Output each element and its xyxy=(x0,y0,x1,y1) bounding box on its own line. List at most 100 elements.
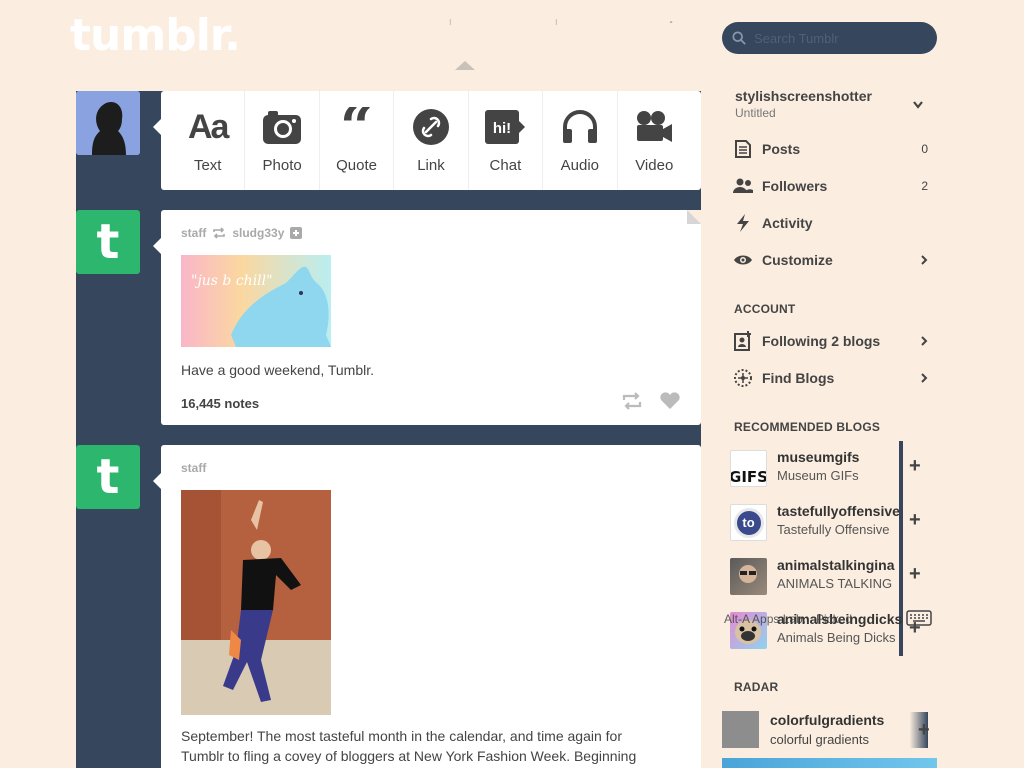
nav-indicator: ⁃ xyxy=(669,18,673,27)
sidebar-item-customize[interactable]: Customize xyxy=(733,246,928,274)
post-fold-icon[interactable] xyxy=(687,210,701,224)
post-type-link[interactable]: Link xyxy=(394,91,469,190)
post-header: staff xyxy=(161,445,701,475)
camera-icon xyxy=(262,107,302,147)
sidebar-item-label: Find Blogs xyxy=(762,370,835,386)
sidebar-item-label: Posts xyxy=(762,141,801,157)
search-input[interactable] xyxy=(754,30,924,46)
nav-indicator: ⁝ xyxy=(449,18,452,27)
overlay-shortcut-text: Alt-A Apps Lab... Picked xyxy=(724,612,853,626)
reblog-small-icon xyxy=(213,227,226,239)
staff-avatar[interactable]: t xyxy=(76,210,140,274)
radar-section-heading: RADAR xyxy=(734,680,779,694)
radar-blog-name: colorfulgradients xyxy=(770,712,885,728)
post-notes-count[interactable]: 16,445 notes xyxy=(181,396,259,411)
post-photo[interactable]: "jus b chill" xyxy=(181,255,331,347)
quote-icon: “ xyxy=(339,107,374,147)
dancer-photo xyxy=(181,490,331,715)
tumblr-t-icon: t xyxy=(96,214,120,270)
blog-avatar: GIFS xyxy=(730,450,767,487)
post-type-label: Quote xyxy=(336,157,377,174)
sidebar-item-posts[interactable]: Posts 0 xyxy=(733,135,928,163)
blog-title: Tastefully Offensive xyxy=(777,522,890,537)
post-type-chat[interactable]: hi! Chat xyxy=(469,91,544,190)
post-type-label: Link xyxy=(417,157,445,174)
dolphin-illustration xyxy=(231,266,331,347)
blog-title: Museum GIFs xyxy=(777,468,859,483)
radar-blog[interactable]: colorfulgradients colorful gradients + xyxy=(722,708,937,753)
reblog-icon[interactable] xyxy=(621,392,643,410)
follow-plus-icon[interactable] xyxy=(290,227,303,239)
chevron-down-icon[interactable] xyxy=(912,100,924,110)
compass-icon xyxy=(733,368,753,388)
recommended-blog[interactable]: to tastefullyoffensive Tastefully Offens… xyxy=(728,496,903,546)
tumblr-logo[interactable]: tumblr. xyxy=(70,10,241,61)
follow-plus-icon[interactable]: + xyxy=(909,455,921,478)
eye-icon xyxy=(733,254,753,266)
post-type-label: Chat xyxy=(489,157,522,174)
post-author[interactable]: staff xyxy=(181,226,206,240)
recommended-blog[interactable]: GIFS museumgifs Museum GIFs xyxy=(728,442,903,492)
post-type-label: Video xyxy=(635,157,674,174)
headphones-icon xyxy=(560,107,600,147)
avatar-silhouette-icon xyxy=(76,91,140,155)
post-reblog-source[interactable]: sludg33y xyxy=(232,226,284,240)
recommended-blog[interactable]: animalstalkingina ANIMALS TALKING xyxy=(728,550,903,600)
chevron-right-icon xyxy=(921,336,928,346)
post-author[interactable]: staff xyxy=(181,461,206,475)
blog-title: ANIMALS TALKING xyxy=(777,576,893,591)
blog-name: animalstalkingina xyxy=(777,557,895,573)
chevron-right-icon xyxy=(921,255,928,265)
sidebar-item-followers[interactable]: Followers 2 xyxy=(733,172,928,200)
text-icon: Aa xyxy=(187,107,229,146)
post-type-quote[interactable]: “ Quote xyxy=(320,91,395,190)
chevron-right-icon xyxy=(921,373,928,383)
follow-plus-icon[interactable]: + xyxy=(909,509,921,532)
blog-avatar: to xyxy=(730,504,767,541)
post-body-text: Have a good weekend, Tumblr. xyxy=(181,362,375,378)
post-photo[interactable] xyxy=(181,490,331,715)
sidebar-item-label: Customize xyxy=(762,252,833,268)
post-type-video[interactable]: Video xyxy=(618,91,691,190)
post-type-bar: Aa Text Photo “ Quote Link hi! Chat Audi… xyxy=(153,91,701,190)
post-type-photo[interactable]: Photo xyxy=(245,91,320,190)
blog-avatar-text: to xyxy=(742,515,755,530)
chat-icon: hi! xyxy=(484,107,526,147)
post-type-label: Photo xyxy=(262,157,302,174)
caret-up-icon xyxy=(455,61,475,70)
keyboard-icon[interactable] xyxy=(906,610,932,626)
search-bar[interactable] xyxy=(722,22,937,54)
blog-avatar xyxy=(730,558,767,595)
staff-avatar[interactable]: t xyxy=(76,445,140,509)
follow-plus-icon[interactable]: + xyxy=(909,563,921,586)
user-avatar[interactable] xyxy=(76,91,140,155)
post-type-text[interactable]: Aa Text xyxy=(171,91,246,190)
link-icon xyxy=(412,107,450,147)
sidebar-item-count: 0 xyxy=(921,142,928,156)
post-card: staff sludg33y "jus b chill" Have a good… xyxy=(153,210,701,425)
like-heart-icon[interactable] xyxy=(659,392,681,410)
sidebar-item-activity[interactable]: Activity xyxy=(733,209,928,237)
post-controls xyxy=(621,392,681,410)
sidebar-item-find-blogs[interactable]: Find Blogs xyxy=(733,364,928,392)
sidebar-item-following[interactable]: Following 2 blogs xyxy=(733,327,928,355)
account-blog-name[interactable]: stylishscreenshotter xyxy=(735,88,872,104)
blog-avatar-text: GIFS xyxy=(730,468,767,486)
post-type-audio[interactable]: Audio xyxy=(543,91,618,190)
radar-blog-title: colorful gradients xyxy=(770,732,869,747)
sidebar-item-count: 2 xyxy=(921,179,928,193)
sidebar-item-label: Followers xyxy=(762,178,828,194)
radar-post-image[interactable] xyxy=(722,758,937,768)
recommended-section-heading: RECOMMENDED BLOGS xyxy=(734,420,881,434)
following-icon xyxy=(733,331,753,351)
post-card: staff September! The most tasteful month… xyxy=(153,445,701,768)
blog-title: Animals Being Dicks xyxy=(777,630,896,645)
lightning-icon xyxy=(733,214,753,232)
nav-indicator: ⁝ xyxy=(555,18,558,27)
blog-name: tastefullyoffensive xyxy=(777,503,900,519)
search-icon xyxy=(732,31,746,45)
svg-text:hi!: hi! xyxy=(493,120,511,137)
radar-blog-avatar xyxy=(722,711,759,748)
follow-plus-icon[interactable]: + xyxy=(918,719,930,742)
post-header: staff sludg33y xyxy=(161,210,701,240)
